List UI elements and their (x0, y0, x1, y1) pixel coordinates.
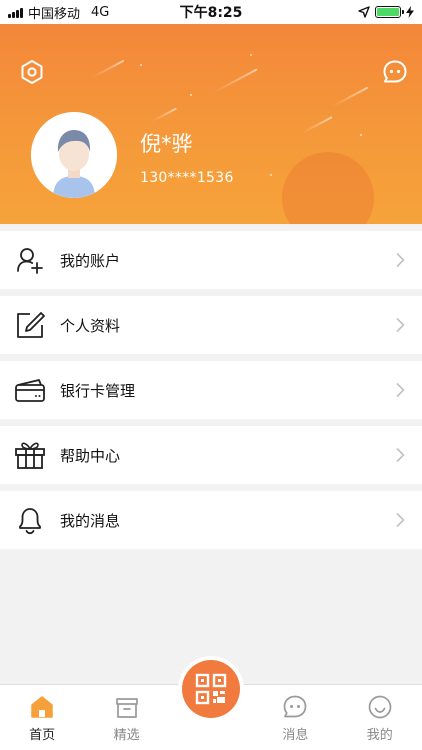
store-icon (113, 693, 141, 721)
edit-icon (14, 309, 46, 341)
charging-icon (406, 6, 414, 18)
tab-scan[interactable] (175, 660, 247, 743)
signal-icon (8, 7, 23, 18)
user-phone: 130****1536 (140, 170, 234, 186)
battery-icon (375, 6, 404, 18)
bottom-tab-bar: 首页 精选 消息 我的 (0, 660, 422, 750)
menu-item-label: 银行卡管理 (60, 381, 136, 400)
tab-label: 我的 (366, 728, 393, 743)
home-icon (28, 693, 56, 721)
menu-item-profile[interactable]: 个人资料 (0, 296, 422, 354)
tab-messages[interactable]: 消息 (259, 693, 331, 743)
bank-card-icon (14, 374, 46, 406)
gift-icon (14, 439, 46, 471)
tab-label: 首页 (29, 728, 56, 743)
user-name: 倪*骅 (140, 132, 193, 156)
chat-bubble-icon (383, 60, 407, 83)
status-bar: 中国移动 4G 下午8:25 (0, 0, 422, 24)
menu-item-label: 我的账户 (60, 251, 121, 270)
tab-label: 精选 (113, 728, 140, 743)
menu-item-my-messages[interactable]: 我的消息 (0, 491, 422, 549)
settings-button[interactable] (18, 58, 46, 86)
chevron-right-icon (392, 317, 408, 333)
carrier-name: 中国移动 (28, 6, 81, 22)
message-button[interactable] (381, 58, 409, 86)
chat-icon (281, 693, 309, 721)
bell-icon (14, 504, 46, 536)
settings-icon (21, 60, 43, 84)
smile-icon (366, 693, 394, 721)
menu-item-help-center[interactable]: 帮助中心 (0, 426, 422, 484)
status-right (358, 6, 414, 18)
avatar[interactable] (31, 112, 117, 198)
menu-list: 我的账户 个人资料 银行卡管理 帮助中心 我的消息 (0, 231, 422, 556)
tab-featured[interactable]: 精选 (91, 693, 163, 743)
qr-scan-button[interactable] (181, 660, 240, 718)
qr-scan-icon (195, 673, 227, 705)
menu-item-label: 个人资料 (60, 316, 121, 335)
tab-home[interactable]: 首页 (6, 693, 78, 743)
network-type: 4G (91, 4, 110, 20)
menu-item-bank-cards[interactable]: 银行卡管理 (0, 361, 422, 419)
tab-mine[interactable]: 我的 (344, 693, 416, 743)
user-avatar-icon (31, 112, 117, 198)
chevron-right-icon (392, 447, 408, 463)
chevron-right-icon (392, 252, 408, 268)
user-add-icon (14, 244, 46, 276)
profile-header: 倪*骅 130****1536 (0, 24, 422, 224)
menu-item-label: 我的消息 (60, 511, 121, 530)
menu-item-my-account[interactable]: 我的账户 (0, 231, 422, 289)
decorative-planet (282, 152, 374, 224)
status-left: 中国移动 4G (8, 3, 109, 22)
tab-label: 消息 (282, 728, 309, 743)
chevron-right-icon (392, 382, 408, 398)
chevron-right-icon (392, 512, 408, 528)
menu-item-label: 帮助中心 (60, 446, 121, 465)
location-arrow-icon (358, 6, 370, 18)
